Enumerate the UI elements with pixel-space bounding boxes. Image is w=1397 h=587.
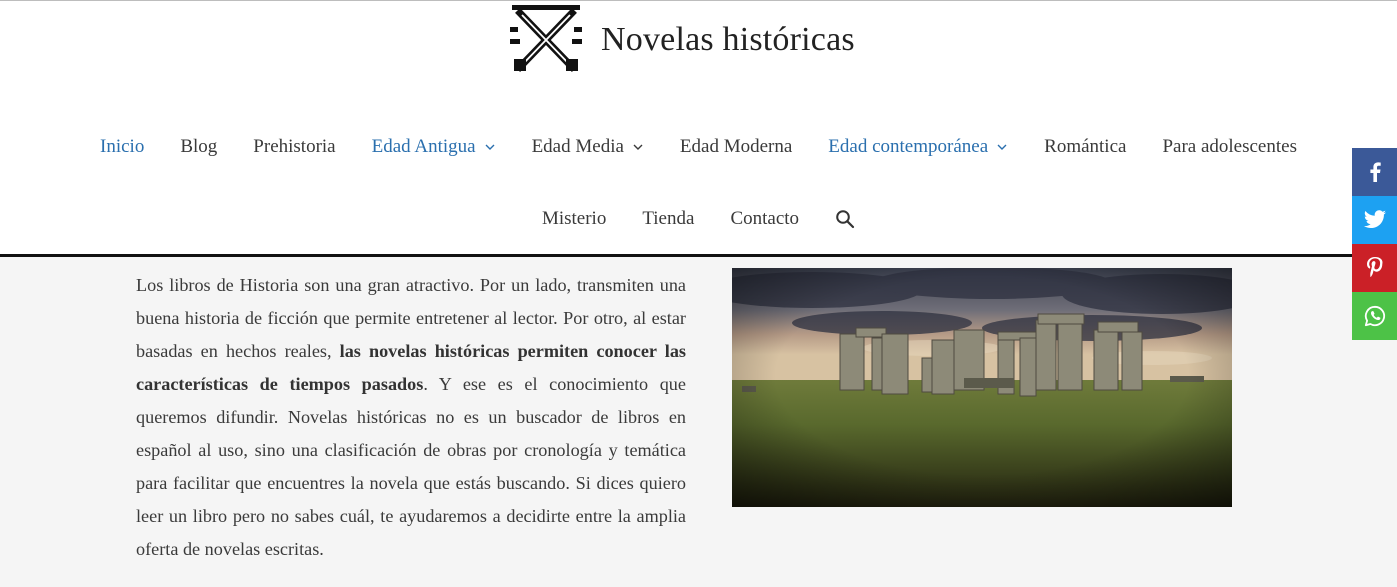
nav-item-label: Edad Media bbox=[531, 136, 624, 157]
nav-item-label: Edad Antigua bbox=[371, 136, 476, 157]
nav-item-tienda[interactable]: Tienda bbox=[624, 208, 712, 230]
primary-nav-row-1: Inicio Blog Prehistoria Edad Antigua Eda… bbox=[0, 128, 1397, 166]
crossed-swords-logo[interactable] bbox=[508, 3, 584, 77]
stonehenge-image bbox=[732, 268, 1232, 507]
nav-item-label: Edad contemporánea bbox=[828, 136, 989, 157]
main-content: Los libros de Historia son una gran atra… bbox=[0, 257, 1397, 587]
nav-item-edad-media[interactable]: Edad Media bbox=[514, 136, 662, 158]
site-branding: Novelas históricas bbox=[508, 2, 855, 78]
twitter-share-button[interactable] bbox=[1352, 196, 1397, 244]
pinterest-icon bbox=[1366, 257, 1383, 278]
site-title[interactable]: Novelas históricas bbox=[601, 21, 855, 59]
nav-item-prehistoria[interactable]: Prehistoria bbox=[235, 136, 353, 158]
nav-item-label: Romántica bbox=[1044, 136, 1127, 157]
facebook-share-button[interactable] bbox=[1352, 148, 1397, 196]
nav-item-label: Edad Moderna bbox=[679, 136, 793, 157]
nav-item-contacto[interactable]: Contacto bbox=[712, 208, 817, 230]
search-button[interactable] bbox=[817, 209, 873, 229]
nav-item-label: Tienda bbox=[642, 208, 695, 229]
nav-item-misterio[interactable]: Misterio bbox=[524, 208, 624, 230]
chevron-down-icon bbox=[633, 144, 643, 150]
pinterest-share-button[interactable] bbox=[1352, 244, 1397, 292]
nav-item-para-adolescentes[interactable]: Para adolescentes bbox=[1144, 136, 1315, 158]
chevron-down-icon bbox=[485, 144, 495, 150]
twitter-icon bbox=[1363, 210, 1386, 229]
nav-item-edad-moderna[interactable]: Edad Moderna bbox=[662, 136, 810, 158]
nav-item-blog[interactable]: Blog bbox=[162, 136, 235, 158]
nav-item-inicio[interactable]: Inicio bbox=[82, 136, 162, 158]
nav-item-edad-antigua[interactable]: Edad Antigua bbox=[354, 136, 514, 158]
facebook-icon bbox=[1369, 162, 1381, 182]
nav-item-romantica[interactable]: Romántica bbox=[1026, 136, 1144, 158]
social-share-bar bbox=[1352, 148, 1397, 340]
nav-item-label: Inicio bbox=[100, 136, 145, 157]
nav-item-label: Blog bbox=[180, 136, 218, 157]
whatsapp-icon bbox=[1364, 305, 1385, 327]
nav-item-label: Misterio bbox=[541, 208, 607, 229]
primary-nav-row-2: Misterio Tienda Contacto bbox=[0, 200, 1397, 238]
nav-item-label: Prehistoria bbox=[253, 136, 336, 157]
chevron-down-icon bbox=[997, 144, 1007, 150]
nav-item-label: Para adolescentes bbox=[1162, 136, 1297, 157]
whatsapp-share-button[interactable] bbox=[1352, 292, 1397, 340]
nav-item-edad-contemporanea[interactable]: Edad contemporánea bbox=[810, 136, 1026, 158]
search-icon bbox=[836, 210, 855, 229]
nav-item-label: Contacto bbox=[730, 208, 800, 229]
intro-paragraph: Los libros de Historia son una gran atra… bbox=[136, 269, 686, 566]
intro-text-2: . Y ese es el conocimiento que queremos … bbox=[136, 374, 686, 559]
